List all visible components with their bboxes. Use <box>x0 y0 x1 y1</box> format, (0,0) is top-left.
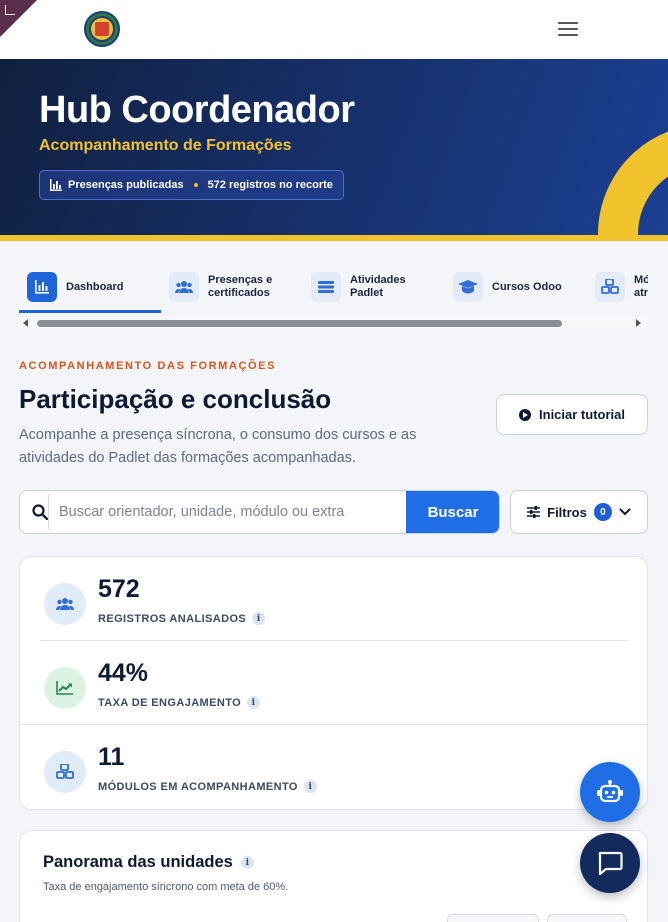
list-icon <box>311 272 341 302</box>
panorama-title: Panorama das unidades i <box>43 853 254 872</box>
tutorial-label: Iniciar tutorial <box>539 407 625 422</box>
hero-subtitle: Acompanhamento de Formações <box>39 137 292 154</box>
info-icon[interactable]: i <box>303 780 317 793</box>
filters-button[interactable]: Filtros 0 <box>510 490 648 534</box>
users-icon <box>169 272 199 302</box>
active-tab-indicator <box>19 310 161 313</box>
stat-engajamento: 44% TAXA DE ENGAJAMENTO i <box>44 659 604 719</box>
search-input[interactable] <box>48 491 406 533</box>
tab-bar: Dashboard Presenças e certificados Ativi… <box>19 262 648 332</box>
hamburger-icon[interactable] <box>556 18 580 40</box>
chevron-down-icon <box>619 508 631 516</box>
stat-value: 11 <box>98 743 125 771</box>
tab-modulos[interactable]: Mó atr <box>595 262 648 312</box>
stat-modulos: 11 MÓDULOS EM ACOMPANHAMENTO i <box>44 743 604 803</box>
tab-atividades-padlet[interactable]: Atividades Padlet <box>311 262 421 312</box>
divider <box>40 640 627 641</box>
panorama-description: Taxa de engajamento síncrono com meta de… <box>43 881 289 893</box>
stat-label: TAXA DE ENGAJAMENTO i <box>98 696 261 709</box>
tab-label: Atividades Padlet <box>350 274 406 299</box>
cubes-icon <box>595 272 625 302</box>
scrollbar-thumb[interactable] <box>37 320 562 327</box>
stat-value: 44% <box>98 659 149 687</box>
stat-label: REGISTROS ANALISADOS i <box>98 612 266 625</box>
institution-seal-logo[interactable] <box>84 11 120 47</box>
bar-chart-icon <box>27 272 57 302</box>
tab-cursos-odoo[interactable]: Cursos Odoo <box>453 262 562 312</box>
sliders-icon <box>527 506 541 518</box>
trend-up-icon <box>44 667 86 709</box>
users-icon <box>44 583 86 625</box>
filters-count-badge: 0 <box>593 503 612 521</box>
info-icon[interactable]: i <box>247 696 261 709</box>
pill-published-label: Presenças publicadas <box>68 179 184 191</box>
panorama-control[interactable] <box>447 914 539 922</box>
graduation-cap-icon <box>453 272 483 302</box>
section-description: Acompanhe a presença síncrona, o consumo… <box>19 427 417 466</box>
page-title: Hub Coordenador <box>39 89 355 131</box>
info-icon[interactable]: i <box>252 612 266 625</box>
hero-accent-bar <box>0 235 668 241</box>
stat-value: 572 <box>98 575 140 603</box>
cubes-icon <box>44 751 86 793</box>
tab-label: Cursos Odoo <box>492 280 562 293</box>
play-icon <box>519 408 532 421</box>
separator-dot <box>193 183 198 187</box>
start-tutorial-button[interactable]: Iniciar tutorial <box>496 394 648 435</box>
pill-records-label: 572 registros no recorte <box>207 179 333 191</box>
top-bar <box>0 0 668 59</box>
robot-icon <box>597 780 623 803</box>
tab-presencas[interactable]: Presenças e certificados <box>169 262 289 312</box>
panorama-card: Panorama das unidades i Taxa de engajame… <box>19 830 648 922</box>
corner-mark-icon <box>5 5 15 15</box>
search-bar: Buscar <box>19 490 500 534</box>
section-title: Participação e conclusão <box>19 384 332 414</box>
tab-dashboard[interactable]: Dashboard <box>27 262 123 312</box>
hero-banner: Hub Coordenador Acompanhamento de Formaç… <box>0 59 668 241</box>
stats-card: 572 REGISTROS ANALISADOS i 44% TAXA DE EN… <box>19 556 648 810</box>
status-badge: Presenças publicadas 572 registros no re… <box>39 170 344 200</box>
info-icon[interactable]: i <box>240 856 254 869</box>
search-button[interactable]: Buscar <box>406 491 499 533</box>
tab-scrollbar[interactable] <box>19 317 648 329</box>
section-eyebrow: ACOMPANHAMENTO DAS FORMAÇÕES <box>19 360 277 372</box>
search-icon <box>32 504 48 520</box>
stat-label: MÓDULOS EM ACOMPANHAMENTO i <box>98 780 317 793</box>
tab-label: Presenças e certificados <box>208 274 273 299</box>
tab-label: Dashboard <box>66 280 124 293</box>
bar-chart-icon <box>50 179 62 191</box>
assistant-button[interactable] <box>580 762 640 822</box>
scroll-left-arrow-icon[interactable] <box>23 319 28 327</box>
decorative-arc <box>598 124 668 241</box>
panorama-control[interactable] <box>547 914 627 922</box>
chat-button[interactable] <box>580 833 640 893</box>
scroll-right-arrow-icon[interactable] <box>636 319 641 327</box>
stat-registros: 572 REGISTROS ANALISADOS i <box>44 575 604 635</box>
filters-label: Filtros <box>547 504 587 520</box>
divider <box>20 724 647 725</box>
chat-bubble-icon <box>598 851 623 875</box>
tab-label: Mó atr <box>634 274 648 299</box>
